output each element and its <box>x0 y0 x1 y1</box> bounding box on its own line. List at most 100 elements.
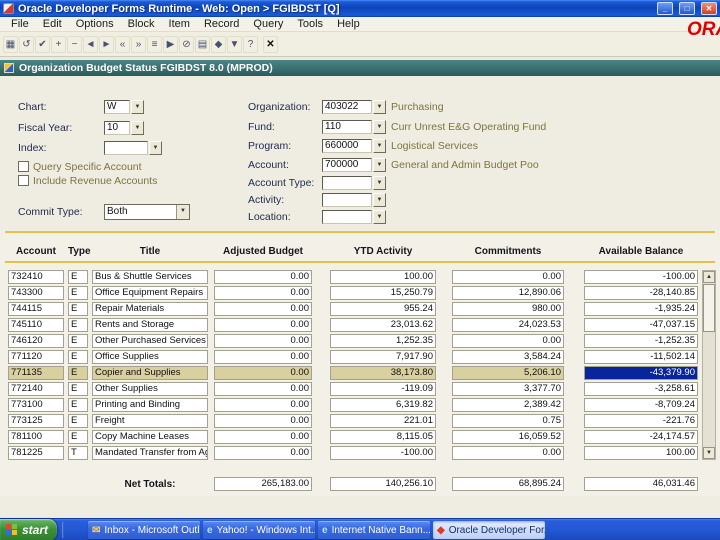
program-lov-button[interactable]: ▼ <box>373 139 386 153</box>
cancel-query-icon[interactable]: ⊘ <box>179 35 194 53</box>
menu-record[interactable]: Record <box>197 17 246 32</box>
program-field[interactable]: 660000 <box>322 139 372 153</box>
menu-help[interactable]: Help <box>330 17 367 32</box>
cell-commitments[interactable]: 24,023.53 <box>452 318 564 332</box>
cell-available[interactable]: -8,709.24 <box>584 398 698 412</box>
cell-title[interactable]: Other Purchased Services <box>92 334 208 348</box>
cell-adjusted[interactable]: 0.00 <box>214 350 312 364</box>
cell-commitments[interactable]: 2,389.42 <box>452 398 564 412</box>
cell-ytd[interactable]: 15,250.79 <box>330 286 436 300</box>
cell-account[interactable]: 743300 <box>8 286 64 300</box>
taskbar-button-yahoo-windows-int[interactable]: e Yahoo! - Windows Int... <box>203 521 315 539</box>
cell-ytd[interactable]: 221.01 <box>330 414 436 428</box>
cell-title[interactable]: Office Supplies <box>92 350 208 364</box>
taskbar-button-inbox-microsoft-outl[interactable]: ✉ Inbox - Microsoft Outl... <box>88 521 200 539</box>
cell-available[interactable]: -43,379.90 <box>584 366 698 380</box>
cell-adjusted[interactable]: 0.00 <box>214 286 312 300</box>
cell-adjusted[interactable]: 0.00 <box>214 446 312 460</box>
cell-adjusted[interactable]: 0.00 <box>214 382 312 396</box>
cell-commitments[interactable]: 5,206.10 <box>452 366 564 380</box>
cell-commitments[interactable]: 0.00 <box>452 334 564 348</box>
cell-account[interactable]: 771120 <box>8 350 64 364</box>
execute-query-icon[interactable]: ▶ <box>163 35 178 53</box>
maximize-button[interactable]: □ <box>679 2 695 15</box>
start-button[interactable]: start <box>0 519 57 540</box>
next-block-icon[interactable]: » <box>131 35 146 53</box>
cell-account[interactable]: 745110 <box>8 318 64 332</box>
account-field[interactable]: 700000 <box>322 158 372 172</box>
chart-lov-button[interactable]: ▼ <box>131 100 144 114</box>
cell-title[interactable]: Mandated Transfer from Agency <box>92 446 208 460</box>
scroll-thumb[interactable] <box>703 284 715 332</box>
menu-tools[interactable]: Tools <box>290 17 330 32</box>
menu-edit[interactable]: Edit <box>36 17 69 32</box>
view-related-menu-icon[interactable]: ▼ <box>227 35 242 53</box>
rollback-icon[interactable]: ↺ <box>19 35 34 53</box>
previous-record-icon[interactable]: ◄ <box>83 35 98 53</box>
cell-title[interactable]: Other Supplies <box>92 382 208 396</box>
index-lov-button[interactable]: ▼ <box>149 141 162 155</box>
print-icon[interactable]: ▤ <box>195 35 210 53</box>
activity-field[interactable] <box>322 193 372 207</box>
taskbar-button-internet-native-bann[interactable]: e Internet Native Bann... <box>318 521 430 539</box>
enter-query-icon[interactable]: ≡ <box>147 35 162 53</box>
cell-available[interactable]: -24,174.57 <box>584 430 698 444</box>
cell-available[interactable]: 100.00 <box>584 446 698 460</box>
cell-available[interactable]: -47,037.15 <box>584 318 698 332</box>
cell-ytd[interactable]: 38,173.80 <box>330 366 436 380</box>
cell-available[interactable]: -3,258.61 <box>584 382 698 396</box>
account-lov-button[interactable]: ▼ <box>373 158 386 172</box>
organization-lov-button[interactable]: ▼ <box>373 100 386 114</box>
taskbar-button-oracle-developer-for[interactable]: ◆ Oracle Developer For... <box>433 521 545 539</box>
cell-ytd[interactable]: 100.00 <box>330 270 436 284</box>
save-icon[interactable]: ▦ <box>3 35 18 53</box>
menu-block[interactable]: Block <box>121 17 162 32</box>
cell-commitments[interactable]: 0.75 <box>452 414 564 428</box>
cell-title[interactable]: Repair Materials <box>92 302 208 316</box>
cell-type[interactable]: E <box>68 414 88 428</box>
cell-ytd[interactable]: 6,319.82 <box>330 398 436 412</box>
cell-commitments[interactable]: 980.00 <box>452 302 564 316</box>
cell-ytd[interactable]: 8,115.05 <box>330 430 436 444</box>
direct-access-icon[interactable]: ◆ <box>211 35 226 53</box>
cell-type[interactable]: E <box>68 382 88 396</box>
cell-title[interactable]: Rents and Storage <box>92 318 208 332</box>
online-help-icon[interactable]: ? <box>243 35 258 53</box>
cell-available[interactable]: -28,140.85 <box>584 286 698 300</box>
cell-commitments[interactable]: 16,059.52 <box>452 430 564 444</box>
menu-query[interactable]: Query <box>246 17 290 32</box>
menu-item[interactable]: Item <box>162 17 197 32</box>
cell-type[interactable]: E <box>68 366 88 380</box>
location-field[interactable] <box>322 210 372 224</box>
cell-commitments[interactable]: 3,377.70 <box>452 382 564 396</box>
cell-type[interactable]: E <box>68 430 88 444</box>
cell-adjusted[interactable]: 0.00 <box>214 398 312 412</box>
cell-adjusted[interactable]: 0.00 <box>214 414 312 428</box>
cell-adjusted[interactable]: 0.00 <box>214 430 312 444</box>
next-record-icon[interactable]: ► <box>99 35 114 53</box>
cell-account[interactable]: 773100 <box>8 398 64 412</box>
cell-ytd[interactable]: 23,013.62 <box>330 318 436 332</box>
activity-lov-button[interactable]: ▼ <box>373 193 386 207</box>
cell-ytd[interactable]: -119.09 <box>330 382 436 396</box>
table-scrollbar[interactable]: ▲ ▼ <box>702 270 716 460</box>
cell-ytd[interactable]: 1,252.35 <box>330 334 436 348</box>
fiscal-year-field[interactable]: 10 <box>104 121 130 135</box>
cell-account[interactable]: 781225 <box>8 446 64 460</box>
cell-adjusted[interactable]: 0.00 <box>214 366 312 380</box>
cell-commitments[interactable]: 0.00 <box>452 446 564 460</box>
scroll-down-icon[interactable]: ▼ <box>703 447 715 459</box>
cell-title[interactable]: Copy Machine Leases <box>92 430 208 444</box>
index-field[interactable] <box>104 141 148 155</box>
account-type-lov-button[interactable]: ▼ <box>373 176 386 190</box>
cell-title[interactable]: Freight <box>92 414 208 428</box>
chart-field[interactable]: W <box>104 100 130 114</box>
chevron-down-icon[interactable]: ▼ <box>176 205 189 219</box>
cell-adjusted[interactable]: 0.00 <box>214 318 312 332</box>
cell-adjusted[interactable]: 0.00 <box>214 270 312 284</box>
cell-account[interactable]: 781100 <box>8 430 64 444</box>
scroll-up-icon[interactable]: ▲ <box>703 271 715 283</box>
cell-available[interactable]: -100.00 <box>584 270 698 284</box>
cell-type[interactable]: E <box>68 318 88 332</box>
previous-block-icon[interactable]: « <box>115 35 130 53</box>
